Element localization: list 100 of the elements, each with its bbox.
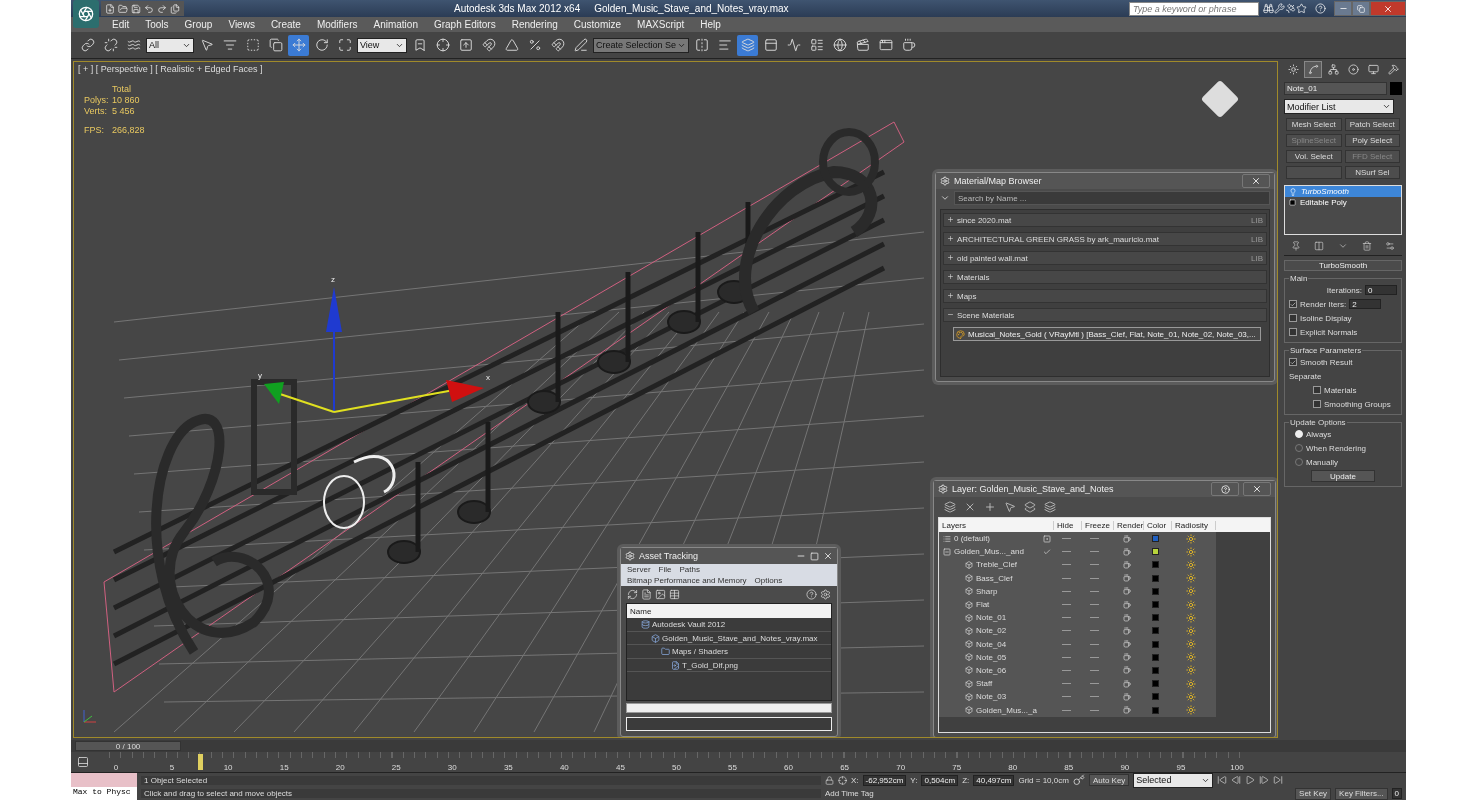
layer-name[interactable]: Treble_Clef xyxy=(976,560,1018,570)
object-color-swatch[interactable] xyxy=(1390,82,1402,95)
transform-gizmo-icon[interactable] xyxy=(264,287,484,413)
library-group-header[interactable]: Scene Materials xyxy=(943,308,1267,322)
modify-tab[interactable] xyxy=(1304,61,1322,78)
menu-item[interactable]: Views xyxy=(220,19,263,30)
search-field[interactable]: Search by Name ... xyxy=(954,191,1270,205)
expand-icon[interactable] xyxy=(947,291,954,299)
library-group-header[interactable]: ARCHITECTURAL GREEN GRASS by ark_mauricio.mat LIB xyxy=(943,232,1267,246)
stack-item[interactable]: TurboSmooth xyxy=(1285,186,1401,197)
layer-color-swatch[interactable] xyxy=(1152,561,1159,569)
modifier-button[interactable]: Vol. Select xyxy=(1286,150,1342,163)
layer-name[interactable]: Note_04 xyxy=(976,639,1007,649)
asset-tree-item[interactable]: Autodesk Vault 2012 xyxy=(627,619,831,632)
time-slider[interactable]: 0 / 100 xyxy=(75,741,182,751)
column-header[interactable]: Freeze xyxy=(1082,520,1114,530)
checkbox[interactable] xyxy=(1289,314,1297,322)
column-header[interactable]: Render xyxy=(1114,520,1144,530)
library-group-header[interactable]: Materials xyxy=(943,270,1267,284)
add-time-tag-text[interactable]: Add Time Tag xyxy=(825,789,874,798)
column-header[interactable]: Color xyxy=(1144,520,1172,530)
layer-name[interactable]: Note_05 xyxy=(976,652,1007,662)
set-key-button[interactable]: Set Key xyxy=(1295,787,1332,800)
checkbox[interactable] xyxy=(1289,358,1297,366)
selection-filter-dropdown[interactable]: All xyxy=(146,37,194,53)
layer-color-swatch[interactable] xyxy=(1152,653,1159,661)
menu-item[interactable]: Paths xyxy=(679,565,700,574)
asset-tree-item[interactable]: Golden_Music_Stave_and_Notes_vray.max xyxy=(627,632,831,645)
search-field[interactable]: Type a keyword or phrase xyxy=(1129,1,1259,16)
layer-color-swatch[interactable] xyxy=(1152,535,1159,543)
column-header[interactable]: Radiosity xyxy=(1172,520,1216,530)
menu-item[interactable]: Bitmap Performance and Memory xyxy=(627,576,747,585)
menu-item[interactable]: Help xyxy=(692,19,729,30)
x-coordinate-field[interactable]: -62,952cm xyxy=(862,774,907,786)
layers-button[interactable] xyxy=(737,34,758,56)
menu-item[interactable]: Options xyxy=(754,576,783,585)
checkbox[interactable] xyxy=(1313,400,1321,408)
layer-name[interactable]: Bass_Clef xyxy=(976,573,1013,583)
library-group-header[interactable]: since 2020.mat LIB xyxy=(943,213,1267,227)
layer-name[interactable]: Sharp xyxy=(976,586,998,596)
options-icon[interactable] xyxy=(940,193,950,203)
move-button[interactable] xyxy=(288,34,309,56)
close-button[interactable] xyxy=(1242,174,1270,188)
iterations-spinner[interactable]: 0 xyxy=(1365,285,1397,295)
layer-name[interactable]: Note_03 xyxy=(976,692,1007,702)
asset-tree-item[interactable]: T_Gold_Dif.png xyxy=(627,659,831,672)
checkbox[interactable] xyxy=(1289,300,1297,308)
checkbox[interactable] xyxy=(1289,328,1297,336)
key-filters-button[interactable]: Key Filters... xyxy=(1335,787,1388,800)
close-button[interactable] xyxy=(1370,1,1406,16)
viewport-label[interactable]: [ + ] [ Perspective ] [ Realistic + Edged Faces ] xyxy=(78,64,263,74)
auto-key-button[interactable]: Auto Key xyxy=(1088,774,1130,786)
layer-color-swatch[interactable] xyxy=(1152,693,1159,701)
layer-color-swatch[interactable] xyxy=(1152,548,1159,556)
layer-color-swatch[interactable] xyxy=(1152,666,1159,674)
y-coordinate-field[interactable]: 0,504cm xyxy=(921,774,959,786)
menu-item[interactable]: Create xyxy=(262,19,309,30)
minimize-button[interactable] xyxy=(1334,1,1352,16)
layer-color-swatch[interactable] xyxy=(1152,587,1159,595)
menu-item[interactable]: Graph Editors xyxy=(425,19,504,30)
square-icon[interactable] xyxy=(1043,534,1051,543)
menu-item[interactable]: Animation xyxy=(365,19,426,30)
layer-name[interactable]: Flat xyxy=(976,600,990,610)
rollout-header[interactable]: TurboSmooth xyxy=(1284,260,1402,271)
restore-button[interactable] xyxy=(1352,1,1370,16)
check-icon[interactable] xyxy=(1043,547,1051,556)
close-button[interactable] xyxy=(1243,482,1271,496)
modifier-button[interactable]: NSurf Sel xyxy=(1344,166,1400,179)
column-header[interactable]: Hide xyxy=(1054,520,1082,530)
close-icon[interactable] xyxy=(823,551,833,561)
menu-item[interactable]: Rendering xyxy=(503,19,566,30)
layer-color-swatch[interactable] xyxy=(1152,574,1159,582)
expand-icon[interactable] xyxy=(947,234,954,242)
layer-color-swatch[interactable] xyxy=(1152,614,1159,622)
expand-icon[interactable] xyxy=(947,253,954,261)
menu-item[interactable]: Tools xyxy=(137,19,177,30)
column-header[interactable]: Layers xyxy=(939,520,1054,530)
layer-name[interactable]: Staff xyxy=(976,679,993,689)
menu-item[interactable]: Edit xyxy=(104,19,138,30)
asset-tree-item[interactable]: Maps / Shaders xyxy=(627,646,831,659)
z-coordinate-field[interactable]: 40,497cm xyxy=(973,774,1015,786)
render-iters-spinner[interactable]: 2 xyxy=(1349,299,1382,309)
menu-item[interactable]: Server xyxy=(627,565,651,574)
menu-item[interactable]: Group xyxy=(176,19,221,30)
layer-name[interactable]: Golden_Mus..._and xyxy=(954,547,1024,557)
app-menu-button[interactable] xyxy=(73,0,99,28)
checkbox[interactable] xyxy=(1313,386,1321,394)
object-name-field[interactable]: Note_01 xyxy=(1284,82,1387,95)
track-bar[interactable]: 0 5 10 15 20 25 30 35 40 45 50 55 60 65 70 75 80 85 90 95 100 xyxy=(109,752,1244,772)
layer-name[interactable]: Note_01 xyxy=(976,613,1007,623)
layer-color-swatch[interactable] xyxy=(1152,640,1159,648)
layer-color-swatch[interactable] xyxy=(1152,627,1159,635)
library-group-header[interactable]: Maps xyxy=(943,289,1267,303)
modifier-list-dropdown[interactable]: Modifier List xyxy=(1284,99,1394,114)
expand-icon[interactable] xyxy=(947,215,954,223)
scrollbar[interactable] xyxy=(626,703,832,713)
maximize-icon[interactable] xyxy=(810,551,819,561)
library-group-header[interactable]: old painted wall.mat LIB xyxy=(943,251,1267,265)
layer-color-swatch[interactable] xyxy=(1152,680,1159,688)
menu-item[interactable]: Customize xyxy=(565,19,630,30)
